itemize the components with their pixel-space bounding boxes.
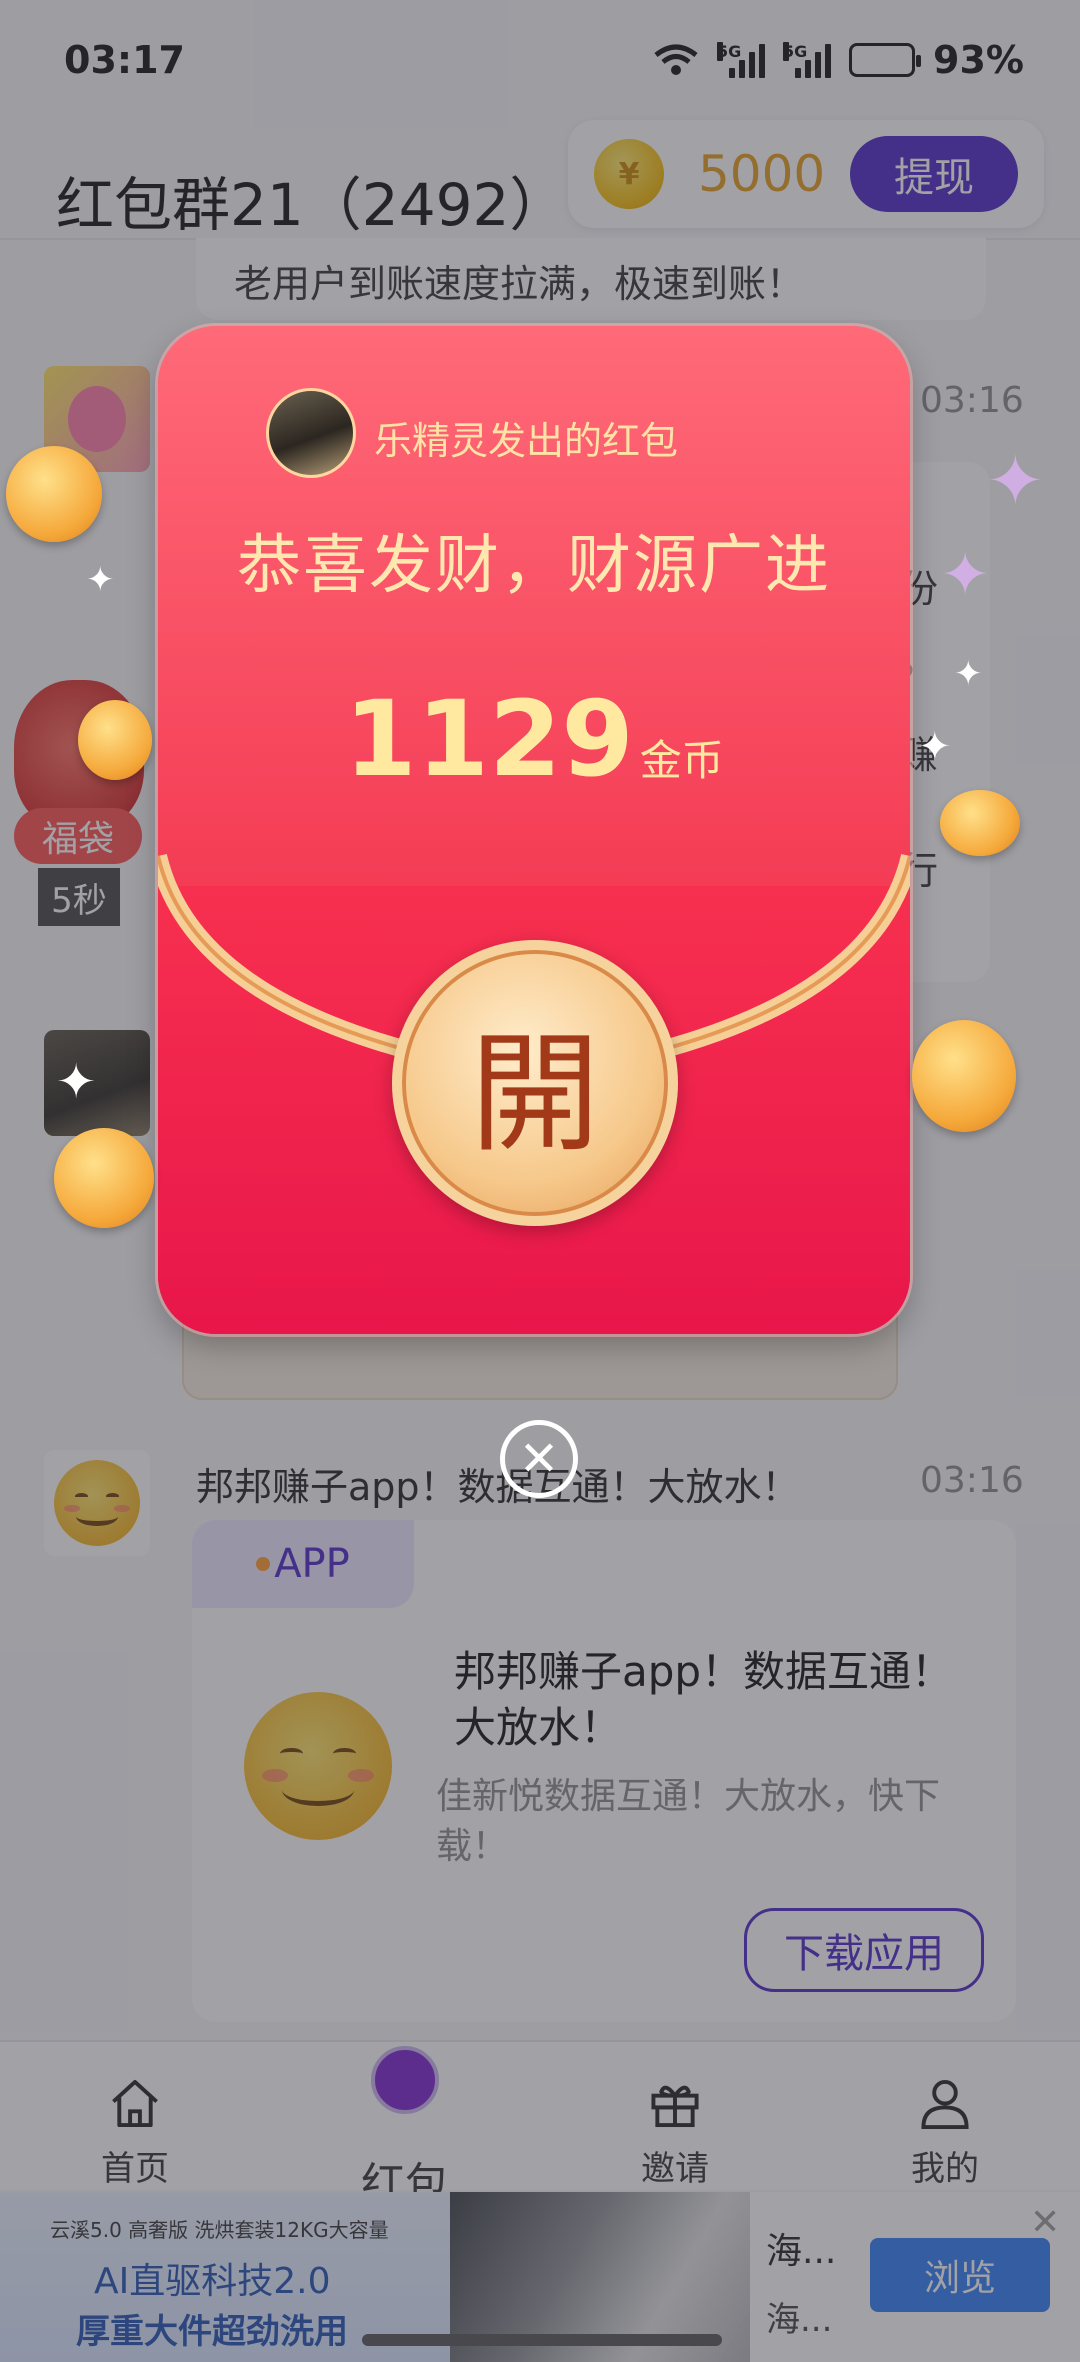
- sparkle-icon: ✦: [986, 440, 1045, 522]
- packet-wish: 恭喜发财，财源广进: [237, 529, 831, 603]
- red-packet-modal: 乐精灵发出的红包 恭喜发财，财源广进 1129 金币 開: [158, 326, 910, 1334]
- sparkle-icon: ✦: [86, 560, 115, 600]
- coin-icon: [912, 1020, 1016, 1132]
- open-packet-button[interactable]: 開: [392, 940, 678, 1226]
- sender-avatar: [266, 388, 356, 478]
- coin-icon: [78, 700, 152, 780]
- sparkle-icon: ✦: [940, 540, 991, 610]
- sender-name: 乐精灵发出的红包: [374, 419, 679, 463]
- close-icon[interactable]: ✕: [500, 1420, 578, 1498]
- amount-value: 1129: [344, 678, 634, 800]
- packet-amount: 1129 金币: [158, 678, 910, 800]
- coin-icon: [54, 1128, 154, 1228]
- coin-icon: [6, 446, 102, 542]
- amount-unit: 金币: [639, 736, 724, 785]
- sparkle-icon: ✦: [918, 724, 952, 770]
- sparkle-icon: ✦: [954, 654, 983, 694]
- coin-icon: [940, 790, 1020, 856]
- sparkle-icon: ✦: [56, 1054, 97, 1110]
- app-screen: 03:17 5G 5G 93% 红包群21（2492） ¥ 5000 提现 老用…: [0, 0, 1080, 2362]
